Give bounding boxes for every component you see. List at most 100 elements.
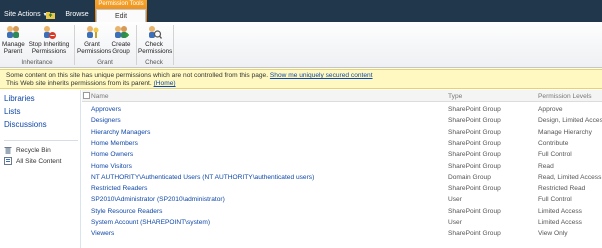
row-type: SharePoint Group xyxy=(448,230,501,238)
row-permission-level: Approve xyxy=(538,106,563,113)
show-unique-content-link[interactable]: Show me uniquely secured content xyxy=(270,72,373,79)
table-row: Home Owners SharePoint Group Full Control xyxy=(82,150,602,161)
grant-permissions-icon xyxy=(87,26,99,38)
column-permission-header[interactable]: Permission Levels xyxy=(538,93,592,100)
check-permissions-label-2: Permissions xyxy=(138,48,173,55)
select-all-checkbox[interactable] xyxy=(83,92,90,99)
check-permissions-button[interactable]: Check Permissions xyxy=(138,24,173,55)
row-permission-level: Limited Access xyxy=(538,207,582,215)
row-name-link[interactable]: System Account (SHAREPOINT\system) xyxy=(91,219,210,226)
row-name-link[interactable]: Approvers xyxy=(91,106,121,113)
row-type: SharePoint Group xyxy=(448,151,501,159)
nav-lists[interactable]: Lists xyxy=(4,107,20,116)
row-permission-level: Limited Access xyxy=(538,219,582,226)
manage-parent-icon xyxy=(7,26,19,38)
group-grant-label: Grant xyxy=(97,59,113,66)
status-line-2: This Web site inherits permissions from … xyxy=(6,80,596,88)
all-site-content-icon xyxy=(4,157,12,165)
recycle-bin-label: Recycle Bin xyxy=(16,146,51,154)
table-row: Designers SharePoint Group Design, Limited… xyxy=(82,116,602,127)
table-row: Restricted Readers SharePoint Group Restri… xyxy=(82,184,602,195)
status-bar: Some content on this site has unique per… xyxy=(0,69,602,89)
recycle-bin-icon xyxy=(4,147,12,154)
stop-inheriting-label-1: Stop Inheriting xyxy=(28,41,70,48)
table-row: System Account (SHAREPOINT\system) User Li… xyxy=(82,218,602,229)
row-permission-level: View Only xyxy=(538,230,568,238)
quick-launch: Libraries Lists Discussions Recycle Bin … xyxy=(0,90,81,248)
create-group-label-2: Group xyxy=(112,48,130,55)
row-name-link[interactable]: Style Resource Readers xyxy=(91,208,162,215)
nav-discussions[interactable]: Discussions xyxy=(4,120,47,129)
table-row: Hierarchy Managers SharePoint Group Manage… xyxy=(82,128,602,139)
grant-permissions-button[interactable]: Grant Permissions xyxy=(77,24,112,55)
row-name-link[interactable]: Restricted Readers xyxy=(91,185,147,192)
top-bar: Site Actions ▼ Browse xyxy=(0,0,602,22)
ribbon-separator xyxy=(136,25,137,65)
check-permissions-label-1: Check xyxy=(145,41,163,48)
navigate-up-icon[interactable] xyxy=(46,11,55,19)
row-type: SharePoint Group xyxy=(448,117,501,125)
table-row: Style Resource Readers SharePoint Group Li… xyxy=(82,207,602,218)
table-row: Home Members SharePoint Group Contribute xyxy=(82,139,602,150)
row-type: User xyxy=(448,219,462,226)
table-row: Viewers SharePoint Group View Only xyxy=(82,229,602,240)
site-actions-menu[interactable]: Site Actions ▼ xyxy=(4,11,48,18)
row-name-link[interactable]: Viewers xyxy=(91,230,114,237)
row-permission-level: Read, Limited Access xyxy=(538,173,602,181)
tab-browse[interactable]: Browse xyxy=(62,11,92,18)
row-type: SharePoint Group xyxy=(448,207,501,215)
ribbon-separator xyxy=(74,25,75,65)
tab-edit[interactable]: Edit xyxy=(96,9,146,23)
row-permission-level: Read xyxy=(538,162,554,170)
context-group-label: Permission Tools xyxy=(98,1,144,7)
nav-divider xyxy=(4,140,78,141)
manage-parent-button[interactable]: Manage Parent xyxy=(2,24,25,55)
ribbon: Manage Parent Stop Inheriting Permission… xyxy=(0,22,602,68)
list-header: Name Type Permission Levels xyxy=(82,90,602,102)
column-type-header[interactable]: Type xyxy=(448,93,462,100)
column-name-header[interactable]: Name xyxy=(91,93,109,100)
row-type: SharePoint Group xyxy=(448,139,501,147)
row-permission-level: Restricted Read xyxy=(538,185,586,193)
stop-inheriting-label-2: Permissions xyxy=(31,48,67,55)
status-message-2: This Web site inherits permissions from … xyxy=(6,80,152,87)
nav-all-site-content[interactable]: All Site Content xyxy=(4,157,61,165)
stop-inheriting-icon xyxy=(44,26,56,39)
create-group-button[interactable]: Create Group xyxy=(109,24,133,55)
row-name-link[interactable]: NT AUTHORITY\Authenticated Users (NT AUT… xyxy=(91,174,314,181)
grant-permissions-label-2: Permissions xyxy=(77,48,112,55)
grant-permissions-label-1: Grant xyxy=(84,41,100,48)
row-name-link[interactable]: Home Visitors xyxy=(91,163,132,170)
status-line-1: Some content on this site has unique per… xyxy=(6,72,596,80)
row-type: SharePoint Group xyxy=(448,106,501,113)
site-actions-label: Site Actions xyxy=(4,11,41,18)
nav-libraries[interactable]: Libraries xyxy=(4,94,35,103)
ribbon-separator xyxy=(173,25,174,65)
manage-parent-label-1: Manage xyxy=(2,41,25,48)
row-name-link[interactable]: Home Owners xyxy=(91,151,133,158)
row-type: SharePoint Group xyxy=(448,185,501,193)
row-permission-level: Full Control xyxy=(538,151,572,159)
table-row: NT AUTHORITY\Authenticated Users (NT AUT… xyxy=(82,173,602,184)
row-type: SharePoint Group xyxy=(448,162,501,170)
row-permission-level: Contribute xyxy=(538,139,569,147)
row-type: SharePoint Group xyxy=(448,128,501,136)
row-permission-level: Manage Hierarchy xyxy=(538,128,592,136)
group-inheritance-label: Inheritance xyxy=(21,59,53,66)
stop-inheriting-button[interactable]: Stop Inheriting Permissions xyxy=(27,24,71,55)
home-parent-link[interactable]: (Home) xyxy=(154,80,176,87)
row-name-link[interactable]: Home Members xyxy=(91,140,138,147)
manage-parent-label-2: Parent xyxy=(3,48,23,55)
row-type: User xyxy=(448,196,462,204)
create-group-label-1: Create xyxy=(111,41,131,48)
table-row: SP2010\Administrator (SP2010\administrat… xyxy=(82,195,602,206)
check-permissions-icon xyxy=(149,26,162,39)
table-row: Approvers SharePoint Group Approve xyxy=(82,105,602,116)
row-permission-level: Design, Limited Access xyxy=(538,117,602,125)
create-group-icon xyxy=(115,26,129,38)
row-permission-level: Full Control xyxy=(538,196,572,204)
row-name-link[interactable]: Hierarchy Managers xyxy=(91,129,150,136)
nav-recycle-bin[interactable]: Recycle Bin xyxy=(4,146,51,154)
row-name-link[interactable]: SP2010\Administrator (SP2010\administrat… xyxy=(91,196,225,203)
row-name-link[interactable]: Designers xyxy=(91,117,121,124)
